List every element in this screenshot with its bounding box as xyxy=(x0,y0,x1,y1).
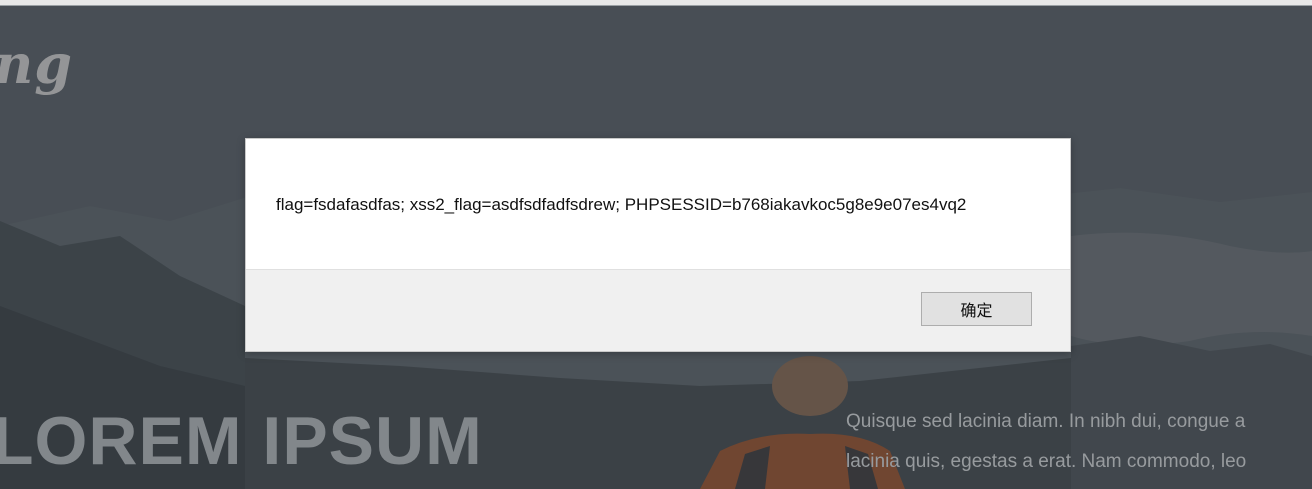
alert-dialog-footer: 确定 xyxy=(246,269,1070,351)
alert-dialog: flag=fsdafasdfas; xss2_flag=asdfsdfadfsd… xyxy=(245,138,1071,352)
ok-button[interactable]: 确定 xyxy=(921,292,1032,326)
alert-message: flag=fsdafasdfas; xss2_flag=asdfsdfadfsd… xyxy=(276,195,967,214)
